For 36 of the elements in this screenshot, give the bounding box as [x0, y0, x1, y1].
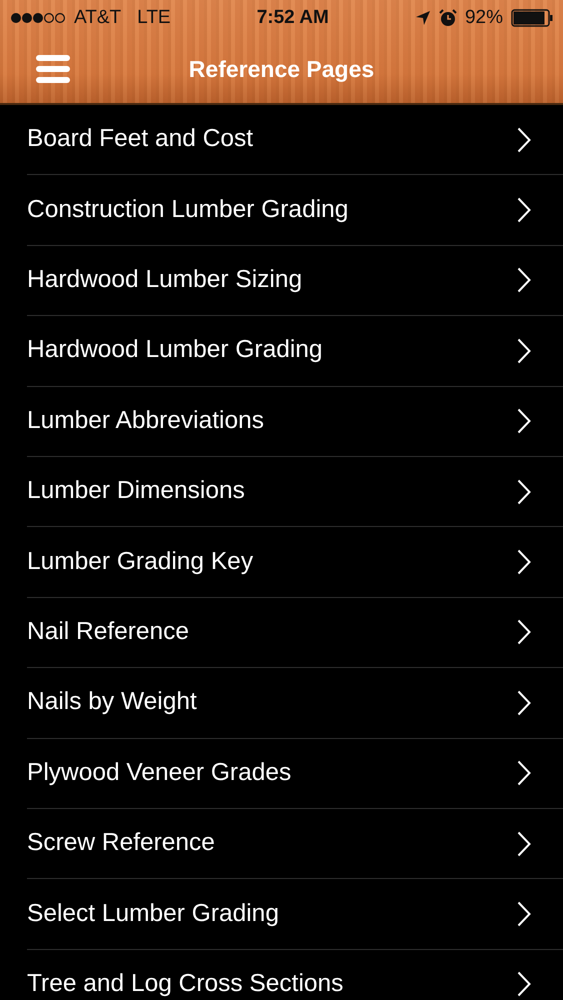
chevron-icon — [517, 619, 531, 646]
list-item[interactable]: Lumber Grading Key — [27, 544, 254, 580]
battery-percent: 92% — [464, 6, 503, 30]
chevron-icon — [517, 830, 531, 857]
list-item[interactable]: Lumber Abbreviations — [27, 402, 264, 440]
chevron-icon — [517, 971, 531, 998]
list-item[interactable]: Board Feet and Cost — [27, 121, 254, 158]
chevron-icon — [517, 478, 531, 505]
list-item[interactable]: Hardwood Lumber Sizing — [27, 262, 302, 299]
location-icon — [414, 10, 431, 26]
list-item[interactable]: Nail Reference — [27, 614, 190, 651]
screen-title: Reference Pages — [188, 55, 374, 84]
chevron-icon — [517, 549, 531, 576]
network-type: LTE — [137, 6, 171, 30]
signal-icon — [10, 12, 66, 24]
battery-icon — [511, 9, 553, 27]
chevron-icon — [517, 126, 531, 153]
alarm-icon — [438, 9, 457, 27]
list-item[interactable]: Tree and Log Cross Sections — [27, 966, 344, 1000]
list-item[interactable]: Hardwood Lumber Grading — [27, 332, 323, 370]
chevron-icon — [517, 267, 531, 294]
chevron-icon — [517, 197, 531, 224]
carrier-name: AT&T — [74, 6, 122, 30]
menu-icon[interactable] — [35, 54, 71, 84]
list-item[interactable]: Construction Lumber Grading — [27, 192, 348, 228]
list-item[interactable]: Plywood Veneer Grades — [27, 754, 292, 792]
chevron-icon — [517, 690, 531, 716]
list-item[interactable]: Select Lumber Grading — [27, 896, 279, 932]
chevron-icon — [517, 900, 531, 927]
list-item[interactable]: Nails by Weight — [27, 684, 197, 722]
clock: 7:52 AM — [256, 6, 330, 30]
chevron-icon — [517, 760, 531, 786]
chevron-icon — [517, 338, 531, 364]
chevron-icon — [517, 408, 531, 434]
list-item[interactable]: Screw Reference — [27, 825, 215, 862]
list-item[interactable]: Lumber Dimensions — [27, 473, 245, 510]
